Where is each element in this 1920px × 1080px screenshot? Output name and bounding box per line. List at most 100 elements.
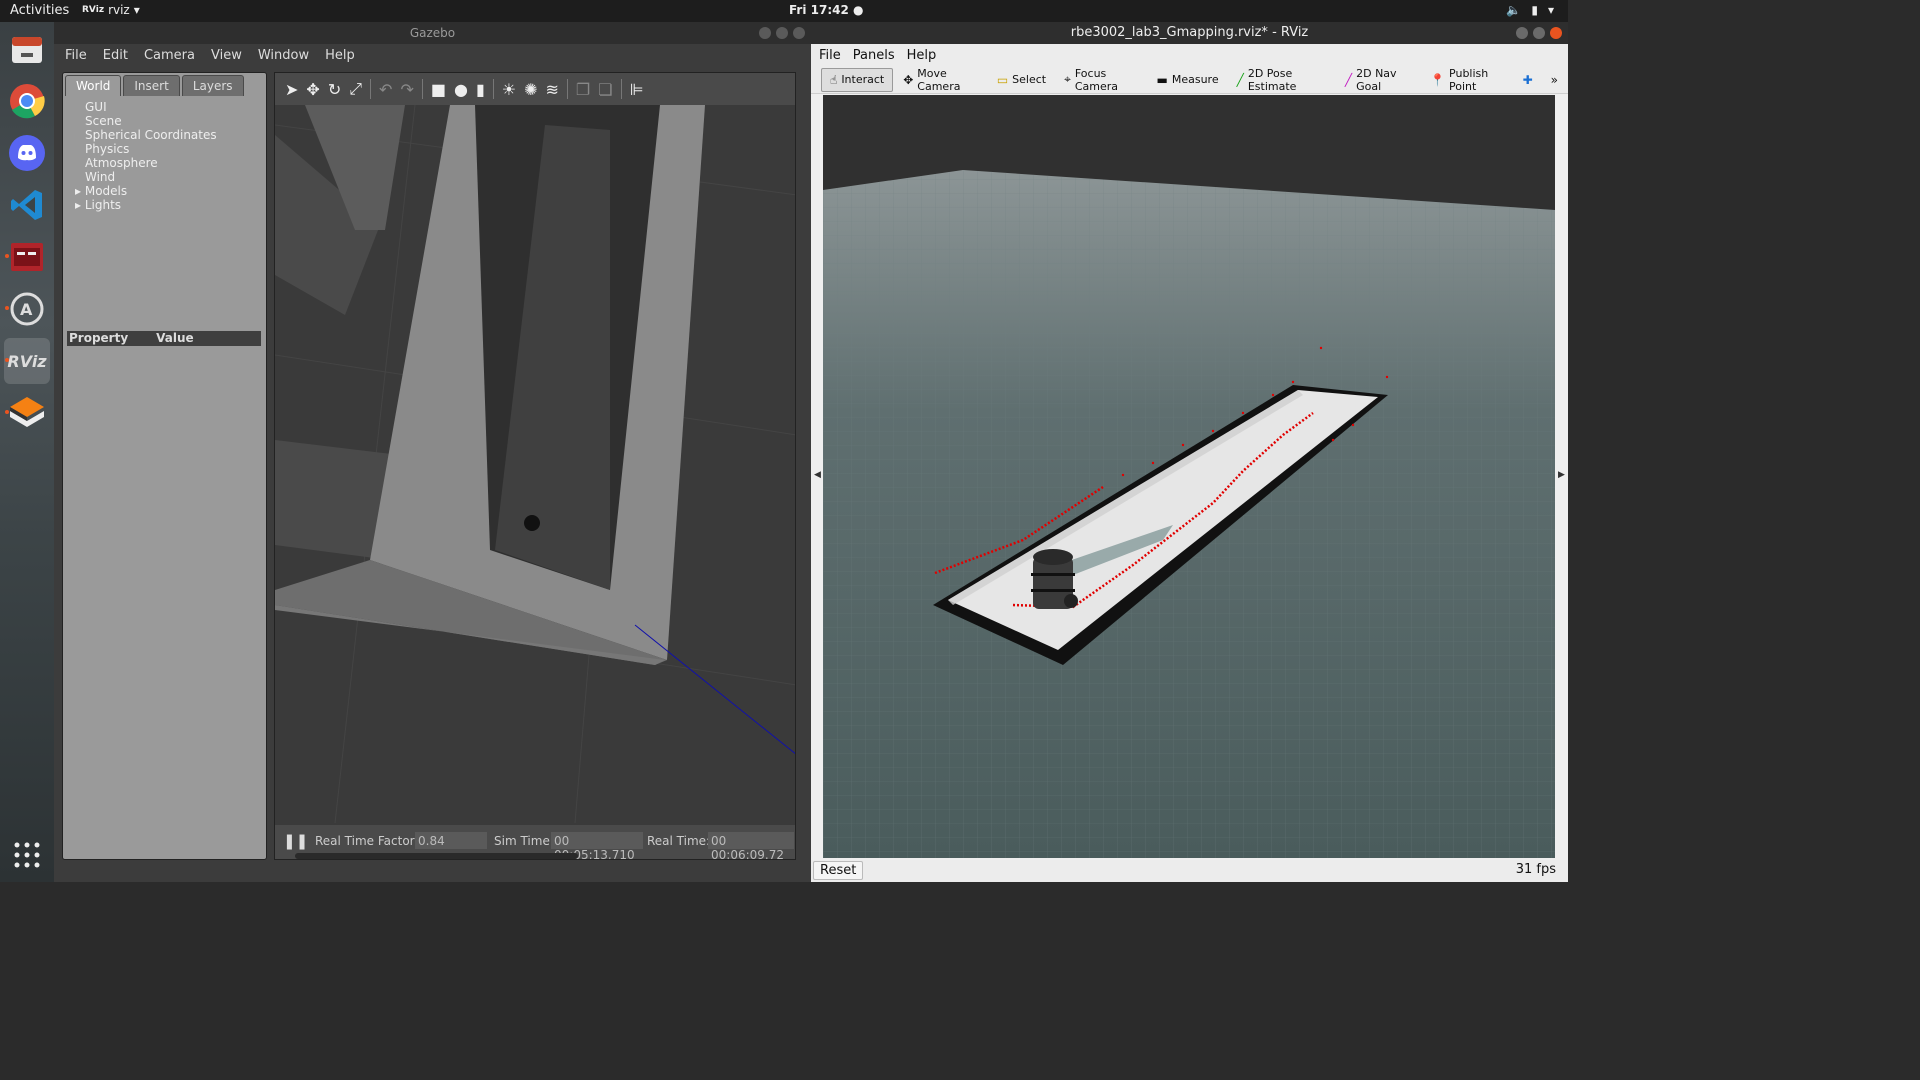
cylinder-shape-icon[interactable]: ▮ (476, 80, 485, 99)
menu-edit[interactable]: Edit (103, 48, 128, 63)
rviz-3d-view[interactable] (823, 95, 1555, 858)
expand-arrow-icon[interactable]: ▸ (75, 184, 85, 198)
system-tray[interactable]: 🔈 ▮ ▾ (1506, 3, 1554, 17)
align-icon[interactable]: ⊫ (630, 80, 644, 99)
tree-item-gui[interactable]: GUI (85, 100, 266, 114)
menu-panels[interactable]: Panels (853, 48, 895, 63)
point-light-icon[interactable]: ☀ (502, 80, 516, 99)
chrome-icon[interactable] (4, 78, 50, 124)
menu-help[interactable]: Help (907, 48, 937, 63)
battery-icon[interactable]: ▮ (1531, 3, 1538, 17)
tab-world[interactable]: World (65, 75, 122, 96)
toolbar-separator (370, 79, 372, 99)
gazebo-left-panel: World Insert Layers GUI Scene Spherical … (62, 72, 267, 860)
app-menu[interactable]: RViz rviz ▾ (82, 3, 140, 17)
rviz-toolbar: ☝ Interact ✥ Move Camera ▭ Select ⌖ Focus Ca… (811, 66, 1568, 94)
select-mode-icon[interactable]: ➤ (285, 80, 298, 99)
app-menu-badge: RViz (82, 5, 105, 15)
pause-icon[interactable]: ❚❚ (283, 832, 308, 850)
rtf-value: 0.84 (415, 832, 487, 849)
minimize-button[interactable] (1516, 27, 1528, 39)
tool-2d-pose-estimate-label: 2D Pose Estimate (1247, 66, 1297, 93)
vscode-icon[interactable] (4, 182, 50, 228)
scale-mode-icon[interactable]: ⤢ (349, 79, 362, 99)
tool-2d-pose-estimate[interactable]: ╱ 2D Pose Estimate (1229, 63, 1335, 97)
tool-measure[interactable]: ▬ Measure (1149, 69, 1227, 91)
software-updater-icon[interactable]: A (4, 286, 50, 332)
menu-view[interactable]: View (211, 48, 242, 63)
tool-select[interactable]: ▭ Select (989, 69, 1054, 91)
gazebo-menubar: File Edit Camera View Window Help (54, 44, 811, 66)
paste-icon[interactable]: ❏ (598, 80, 612, 99)
tab-insert[interactable]: Insert (123, 75, 180, 96)
reset-button[interactable]: Reset (813, 861, 864, 880)
spot-light-icon[interactable]: ✺ (524, 80, 537, 99)
running-indicator (5, 410, 9, 414)
gazebo-icon[interactable] (4, 390, 50, 436)
minimize-button[interactable] (759, 27, 771, 39)
rviz-icon[interactable]: RViz (4, 338, 50, 384)
rviz-titlebar[interactable]: rbe3002_lab3_Gmapping.rviz* - RViz (811, 22, 1568, 44)
tool-2d-nav-goal[interactable]: ╱ 2D Nav Goal (1337, 63, 1420, 97)
copy-icon[interactable]: ❐ (576, 80, 590, 99)
menu-window[interactable]: Window (258, 48, 309, 63)
tool-move-camera[interactable]: ✥ Move Camera (895, 63, 987, 97)
tree-item-spherical-coordinates[interactable]: Spherical Coordinates (85, 128, 266, 142)
close-button[interactable] (1550, 27, 1562, 39)
menu-help[interactable]: Help (325, 48, 355, 63)
tool-select-label: Select (1012, 73, 1047, 86)
menu-file[interactable]: File (819, 48, 841, 63)
clock[interactable]: Fri 17:42 ● (789, 3, 863, 17)
tree-item-physics[interactable]: Physics (85, 142, 266, 156)
app-menu-label: rviz (108, 3, 130, 17)
add-tool-button[interactable]: ✚ (1515, 69, 1541, 91)
window-controls (1516, 27, 1562, 39)
property-header: Property Value (67, 331, 261, 346)
tool-focus-camera[interactable]: ⌖ Focus Camera (1056, 63, 1146, 97)
translate-mode-icon[interactable]: ✥ (306, 80, 319, 99)
tool-interact-label: Interact (841, 73, 885, 86)
tool-interact[interactable]: ☝ Interact (821, 67, 894, 92)
files-icon[interactable] (4, 26, 50, 72)
tab-layers[interactable]: Layers (181, 75, 244, 96)
chevron-down-icon[interactable]: ▾ (1548, 3, 1554, 17)
chevron-down-icon: ▾ (133, 3, 140, 17)
menu-file[interactable]: File (65, 48, 87, 63)
close-button[interactable] (793, 27, 805, 39)
tree-item-models[interactable]: ▸ Models (75, 184, 266, 198)
chevron-double-right-icon: » (1550, 72, 1559, 87)
sphere-shape-icon[interactable]: ● (454, 80, 468, 99)
tree-item-lights[interactable]: ▸ Lights (75, 198, 266, 212)
maximize-button[interactable] (776, 27, 788, 39)
tool-publish-point[interactable]: 📍 Publish Point (1422, 63, 1513, 97)
rviz-window: rbe3002_lab3_Gmapping.rviz* - RViz File … (811, 22, 1568, 882)
volume-icon[interactable]: 🔈 (1506, 3, 1521, 17)
gazebo-titlebar[interactable]: Gazebo (54, 22, 811, 44)
rotate-mode-icon[interactable]: ↻ (328, 80, 341, 99)
discord-icon[interactable] (4, 130, 50, 176)
tree-item-atmosphere[interactable]: Atmosphere (85, 156, 266, 170)
cursor-icon: ☝ (830, 72, 838, 87)
tree-item-scene[interactable]: Scene (85, 114, 266, 128)
gazebo-viewport[interactable]: ➤ ✥ ↻ ⤢ ↶ ↷ ■ ● ▮ ☀ ✺ ≋ ❐ ❏ ⊫ ❚❚ Real Ti… (274, 72, 796, 860)
dock: A RViz (0, 22, 54, 882)
undo-icon[interactable]: ↶ (379, 80, 392, 99)
expand-arrow-icon[interactable]: ▸ (75, 198, 85, 212)
show-apps-icon[interactable] (4, 832, 50, 878)
activities-button[interactable]: Activities (10, 3, 69, 18)
more-tools-button[interactable]: » (1543, 69, 1566, 91)
horizontal-scrollbar[interactable] (295, 853, 578, 859)
tree-item-wind[interactable]: Wind (85, 170, 266, 184)
redo-icon[interactable]: ↷ (400, 80, 413, 99)
gazebo-3d-scene[interactable] (275, 105, 796, 823)
right-panel-toggle-icon[interactable]: ▶ (1558, 470, 1565, 480)
focus-icon: ⌖ (1064, 72, 1071, 86)
left-panel-toggle-icon[interactable]: ◀ (814, 470, 821, 480)
running-indicator (5, 358, 9, 362)
menu-camera[interactable]: Camera (144, 48, 195, 63)
terminal-app-icon[interactable] (4, 234, 50, 280)
maximize-button[interactable] (1533, 27, 1545, 39)
box-shape-icon[interactable]: ■ (431, 80, 446, 99)
directional-light-icon[interactable]: ≋ (546, 80, 559, 99)
rviz-icon-label: RViz (7, 351, 47, 371)
